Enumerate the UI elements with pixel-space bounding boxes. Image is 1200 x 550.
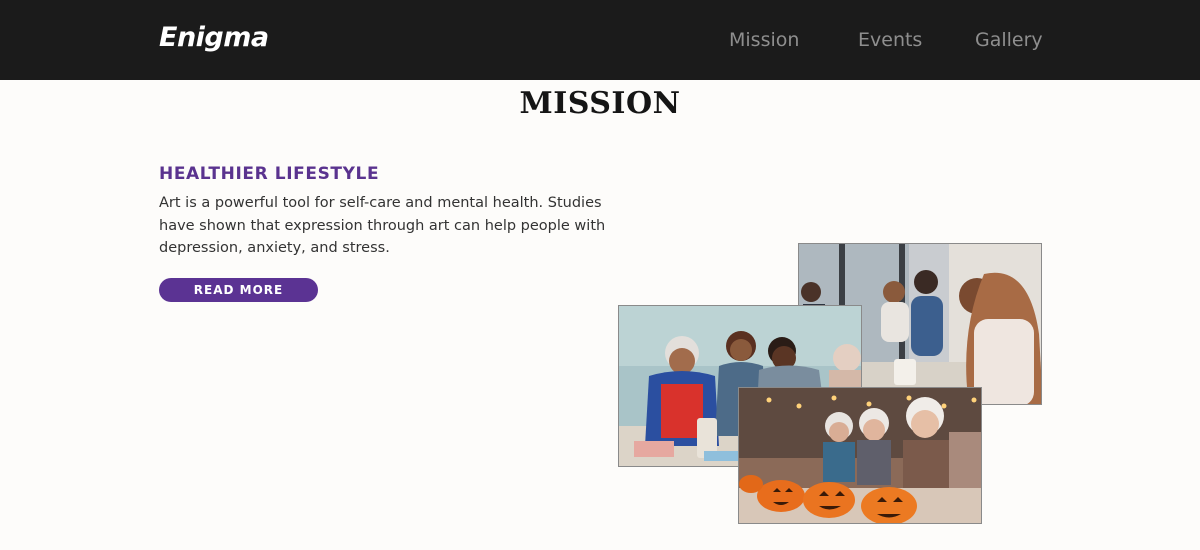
section-heading: HEALTHIER LIFESTYLE <box>159 164 380 184</box>
page-title: MISSION <box>519 86 681 121</box>
brand-logo[interactable]: Enigma <box>159 22 269 53</box>
nav-link-gallery[interactable]: Gallery <box>975 29 1043 51</box>
navbar: Enigma Mission Events Gallery <box>0 0 1200 80</box>
section-description: Art is a powerful tool for self-care and… <box>159 195 606 256</box>
nav-link-mission[interactable]: Mission <box>729 29 799 51</box>
photo-pumpkin-carving <box>738 387 982 524</box>
nav-link-events[interactable]: Events <box>858 29 922 51</box>
read-more-button[interactable]: READ MORE <box>159 278 318 302</box>
